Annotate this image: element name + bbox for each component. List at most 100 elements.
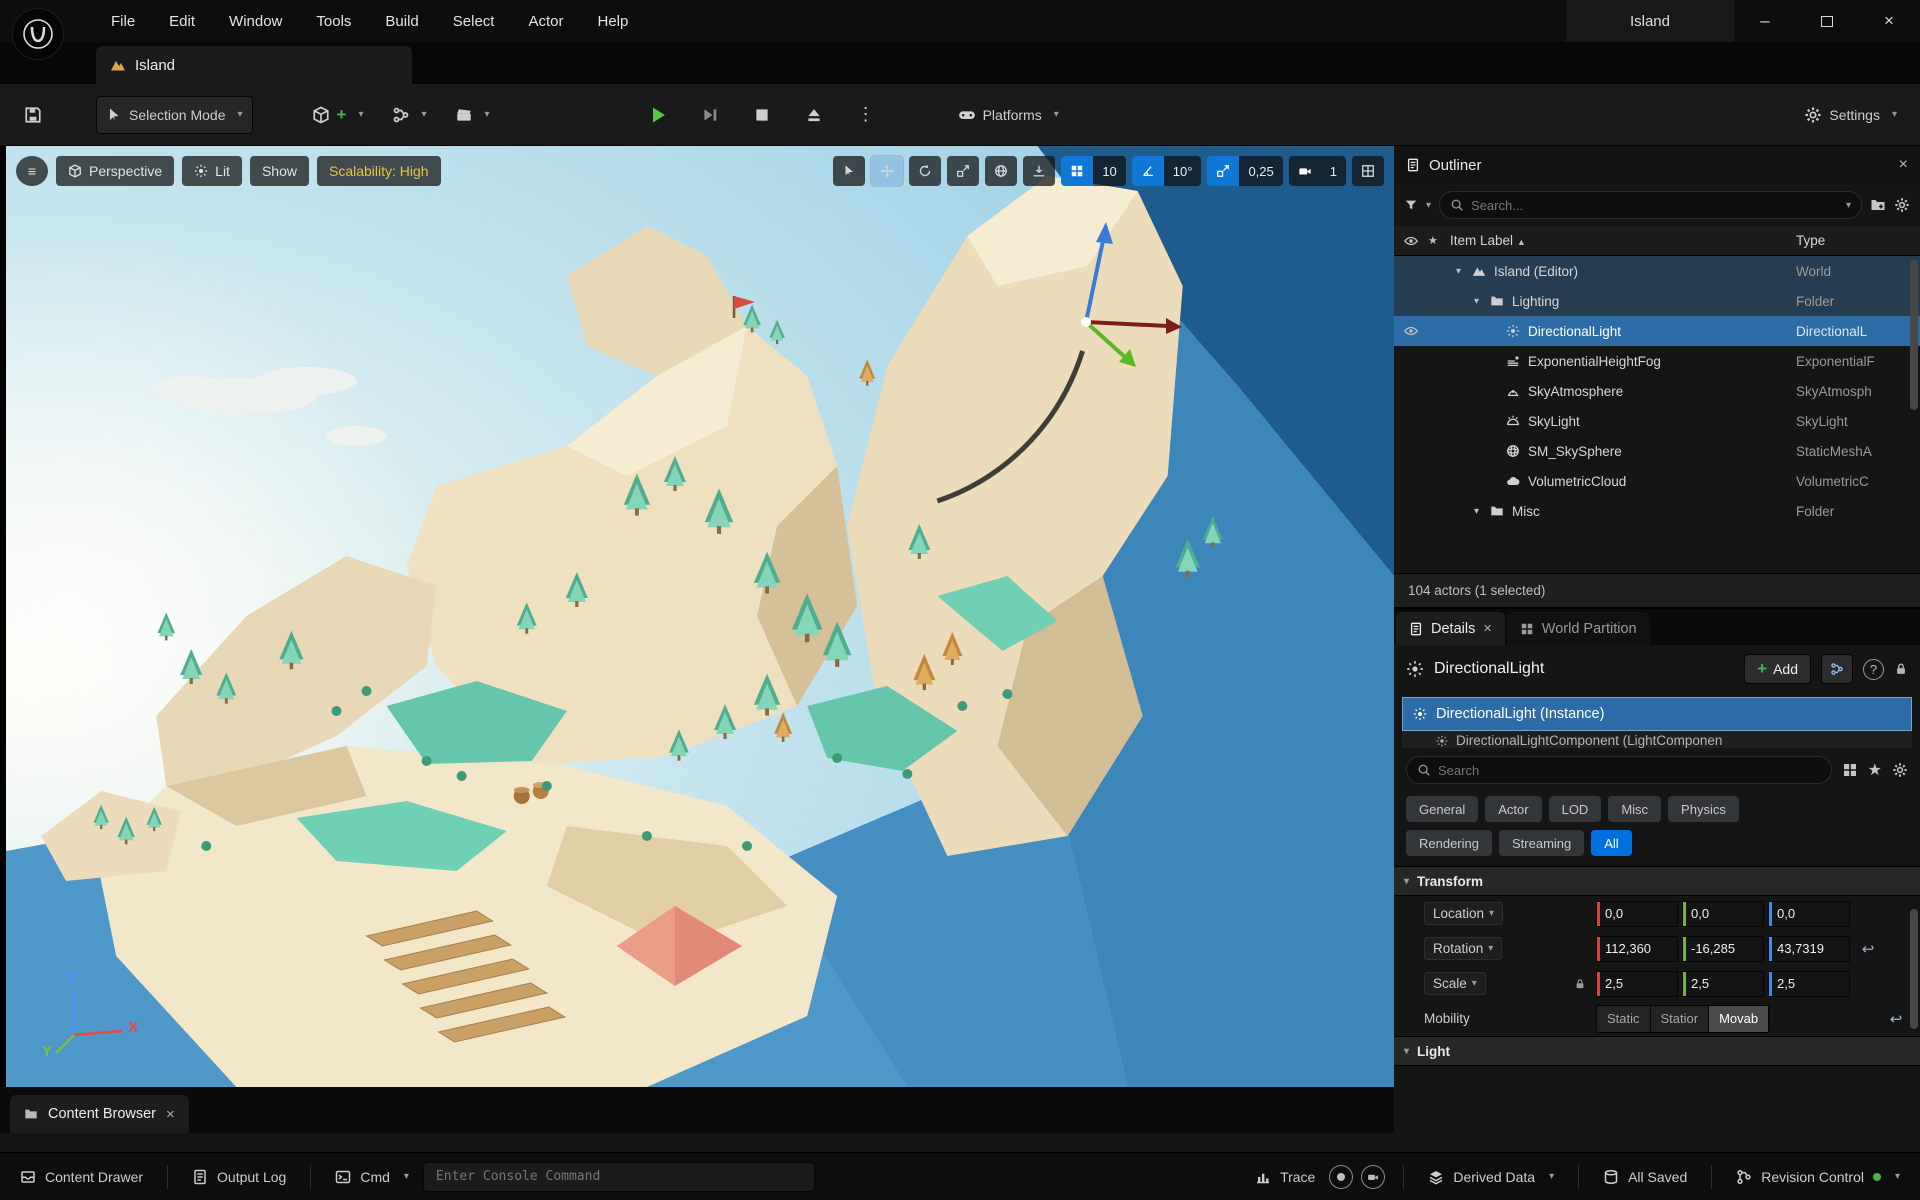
help-icon[interactable]: ? xyxy=(1863,659,1884,680)
menu-build[interactable]: Build xyxy=(370,7,433,36)
scale-x-input[interactable]: 2,5 xyxy=(1596,971,1678,997)
save-button[interactable] xyxy=(14,96,52,134)
location-y-input[interactable]: 0,0 xyxy=(1682,901,1764,927)
filter-all[interactable]: All xyxy=(1591,830,1631,856)
filter-general[interactable]: General xyxy=(1406,796,1478,822)
scale-snap-toggle[interactable]: 0,25 xyxy=(1207,156,1282,186)
outliner-row-skylight[interactable]: SkyLight SkyLight xyxy=(1394,406,1920,436)
filter-rendering[interactable]: Rendering xyxy=(1406,830,1492,856)
console-command-box[interactable] xyxy=(423,1162,815,1192)
select-tool-button[interactable] xyxy=(833,156,865,186)
expand-caret[interactable]: ▾ xyxy=(1474,296,1490,307)
rotation-x-input[interactable]: 112,360 xyxy=(1596,936,1678,962)
scale-lock-icon[interactable] xyxy=(1574,978,1586,990)
selection-mode-dropdown[interactable]: Selection Mode ▾ xyxy=(96,96,253,134)
favorites-icon[interactable]: ★ xyxy=(1868,760,1882,780)
location-z-input[interactable]: 0,0 xyxy=(1768,901,1850,927)
outliner-row-lighting[interactable]: ▾ Lighting Folder xyxy=(1394,286,1920,316)
outliner-search[interactable]: ▾ xyxy=(1439,191,1862,219)
transform-section-header[interactable]: ▾ Transform xyxy=(1394,866,1920,896)
display-options-button[interactable] xyxy=(1842,762,1858,778)
console-command-input[interactable] xyxy=(436,1169,802,1184)
instance-row[interactable]: DirectionalLight (Instance) xyxy=(1402,697,1912,731)
close-icon[interactable]: × xyxy=(166,1106,175,1123)
stop-button[interactable] xyxy=(743,96,781,134)
add-component-button[interactable]: + Add xyxy=(1744,654,1811,684)
frame-skip-button[interactable] xyxy=(691,96,729,134)
details-scrollbar[interactable] xyxy=(1910,909,1918,1029)
transform-gizmo[interactable] xyxy=(1016,206,1236,406)
derived-data-button[interactable]: Derived Data ▾ xyxy=(1422,1169,1560,1185)
menu-actor[interactable]: Actor xyxy=(513,7,578,36)
unreal-logo-icon[interactable] xyxy=(12,8,64,60)
tab-island[interactable]: Island xyxy=(96,46,412,84)
reset-rotation-button[interactable]: ↩ xyxy=(1854,940,1882,958)
scale-tool-button[interactable] xyxy=(947,156,979,186)
details-search[interactable] xyxy=(1406,756,1832,784)
world-local-toggle[interactable] xyxy=(985,156,1017,186)
menu-tools[interactable]: Tools xyxy=(301,7,366,36)
close-icon[interactable]: × xyxy=(1483,621,1491,637)
camera-speed-control[interactable]: 1 xyxy=(1289,156,1346,186)
light-section-header[interactable]: ▾ Light xyxy=(1394,1036,1920,1066)
view-mode-dropdown[interactable]: Lit xyxy=(182,156,242,186)
menu-select[interactable]: Select xyxy=(438,7,510,36)
filter-misc[interactable]: Misc xyxy=(1608,796,1661,822)
scale-z-input[interactable]: 2,5 xyxy=(1768,971,1850,997)
location-combo[interactable]: Location▾ xyxy=(1424,902,1592,925)
menu-window[interactable]: Window xyxy=(214,7,297,36)
rotation-z-input[interactable]: 43,7319 xyxy=(1768,936,1850,962)
create-folder-button[interactable] xyxy=(1870,197,1886,213)
tab-content-browser[interactable]: Content Browser × xyxy=(10,1095,189,1133)
pin-column-icon[interactable]: ★ xyxy=(1428,234,1438,247)
details-settings-button[interactable] xyxy=(1892,762,1908,778)
move-tool-button[interactable] xyxy=(871,156,903,186)
outliner-row-skyatmosphere[interactable]: SkyAtmosphere SkyAtmosph xyxy=(1394,376,1920,406)
outliner-search-input[interactable] xyxy=(1471,198,1834,213)
outliner-filter-button[interactable]: ▾ xyxy=(1404,198,1431,212)
close-icon[interactable]: × xyxy=(1899,156,1908,174)
eye-icon[interactable] xyxy=(1404,234,1418,248)
platforms-dropdown[interactable]: Platforms ▾ xyxy=(949,96,1068,134)
outliner-row-directionallight[interactable]: DirectionalLight DirectionalL xyxy=(1394,316,1920,346)
settings-dropdown[interactable]: Settings ▾ xyxy=(1795,96,1906,134)
tab-details[interactable]: Details × xyxy=(1396,612,1505,645)
outliner-row-volumetriccloud[interactable]: VolumetricCloud VolumetricC xyxy=(1394,466,1920,496)
scale-y-input[interactable]: 2,5 xyxy=(1682,971,1764,997)
menu-file[interactable]: File xyxy=(96,7,150,36)
output-log-button[interactable]: Output Log xyxy=(186,1169,292,1185)
type-column[interactable]: Type xyxy=(1796,233,1920,248)
filter-lod[interactable]: LOD xyxy=(1549,796,1602,822)
outliner-scrollbar[interactable] xyxy=(1910,260,1918,410)
mobility-static[interactable]: Static xyxy=(1597,1006,1651,1032)
grid-snap-toggle[interactable]: 10 xyxy=(1061,156,1125,186)
maximize-button[interactable] xyxy=(1796,0,1858,42)
rotation-combo[interactable]: Rotation▾ xyxy=(1424,937,1592,960)
viewport-3d[interactable]: ≡ Perspective Lit Show Scalability: High xyxy=(6,146,1394,1087)
eject-button[interactable] xyxy=(795,96,833,134)
item-label-column[interactable]: Item Label ▲ xyxy=(1450,233,1796,248)
show-dropdown[interactable]: Show xyxy=(250,156,309,186)
outliner-settings-button[interactable] xyxy=(1894,197,1910,213)
snapshot-button[interactable] xyxy=(1361,1165,1385,1189)
menu-help[interactable]: Help xyxy=(583,7,644,36)
expand-caret[interactable]: ▾ xyxy=(1474,506,1490,517)
content-drawer-button[interactable]: Content Drawer xyxy=(14,1169,149,1185)
filter-streaming[interactable]: Streaming xyxy=(1499,830,1584,856)
play-button[interactable] xyxy=(639,96,677,134)
close-button[interactable]: × xyxy=(1858,0,1920,42)
perspective-dropdown[interactable]: Perspective xyxy=(56,156,174,186)
filter-actor[interactable]: Actor xyxy=(1485,796,1541,822)
cinematics-button[interactable]: ▾ xyxy=(446,96,499,134)
reset-mobility-button[interactable]: ↩ xyxy=(1882,1010,1910,1028)
tab-world-partition[interactable]: World Partition xyxy=(1507,612,1650,645)
rotate-tool-button[interactable] xyxy=(909,156,941,186)
outliner-row-smskysphere[interactable]: SM_SkySphere StaticMeshA xyxy=(1394,436,1920,466)
rotation-snap-toggle[interactable]: 10° xyxy=(1132,156,1202,186)
play-options-kebab[interactable]: ⋮ xyxy=(847,96,885,134)
insights-channels-button[interactable] xyxy=(1329,1165,1353,1189)
all-saved-indicator[interactable]: All Saved xyxy=(1597,1169,1693,1185)
cmd-dropdown[interactable]: Cmd ▾ xyxy=(329,1169,415,1185)
trace-button[interactable]: Trace xyxy=(1249,1169,1321,1185)
minimize-button[interactable]: – xyxy=(1734,0,1796,42)
